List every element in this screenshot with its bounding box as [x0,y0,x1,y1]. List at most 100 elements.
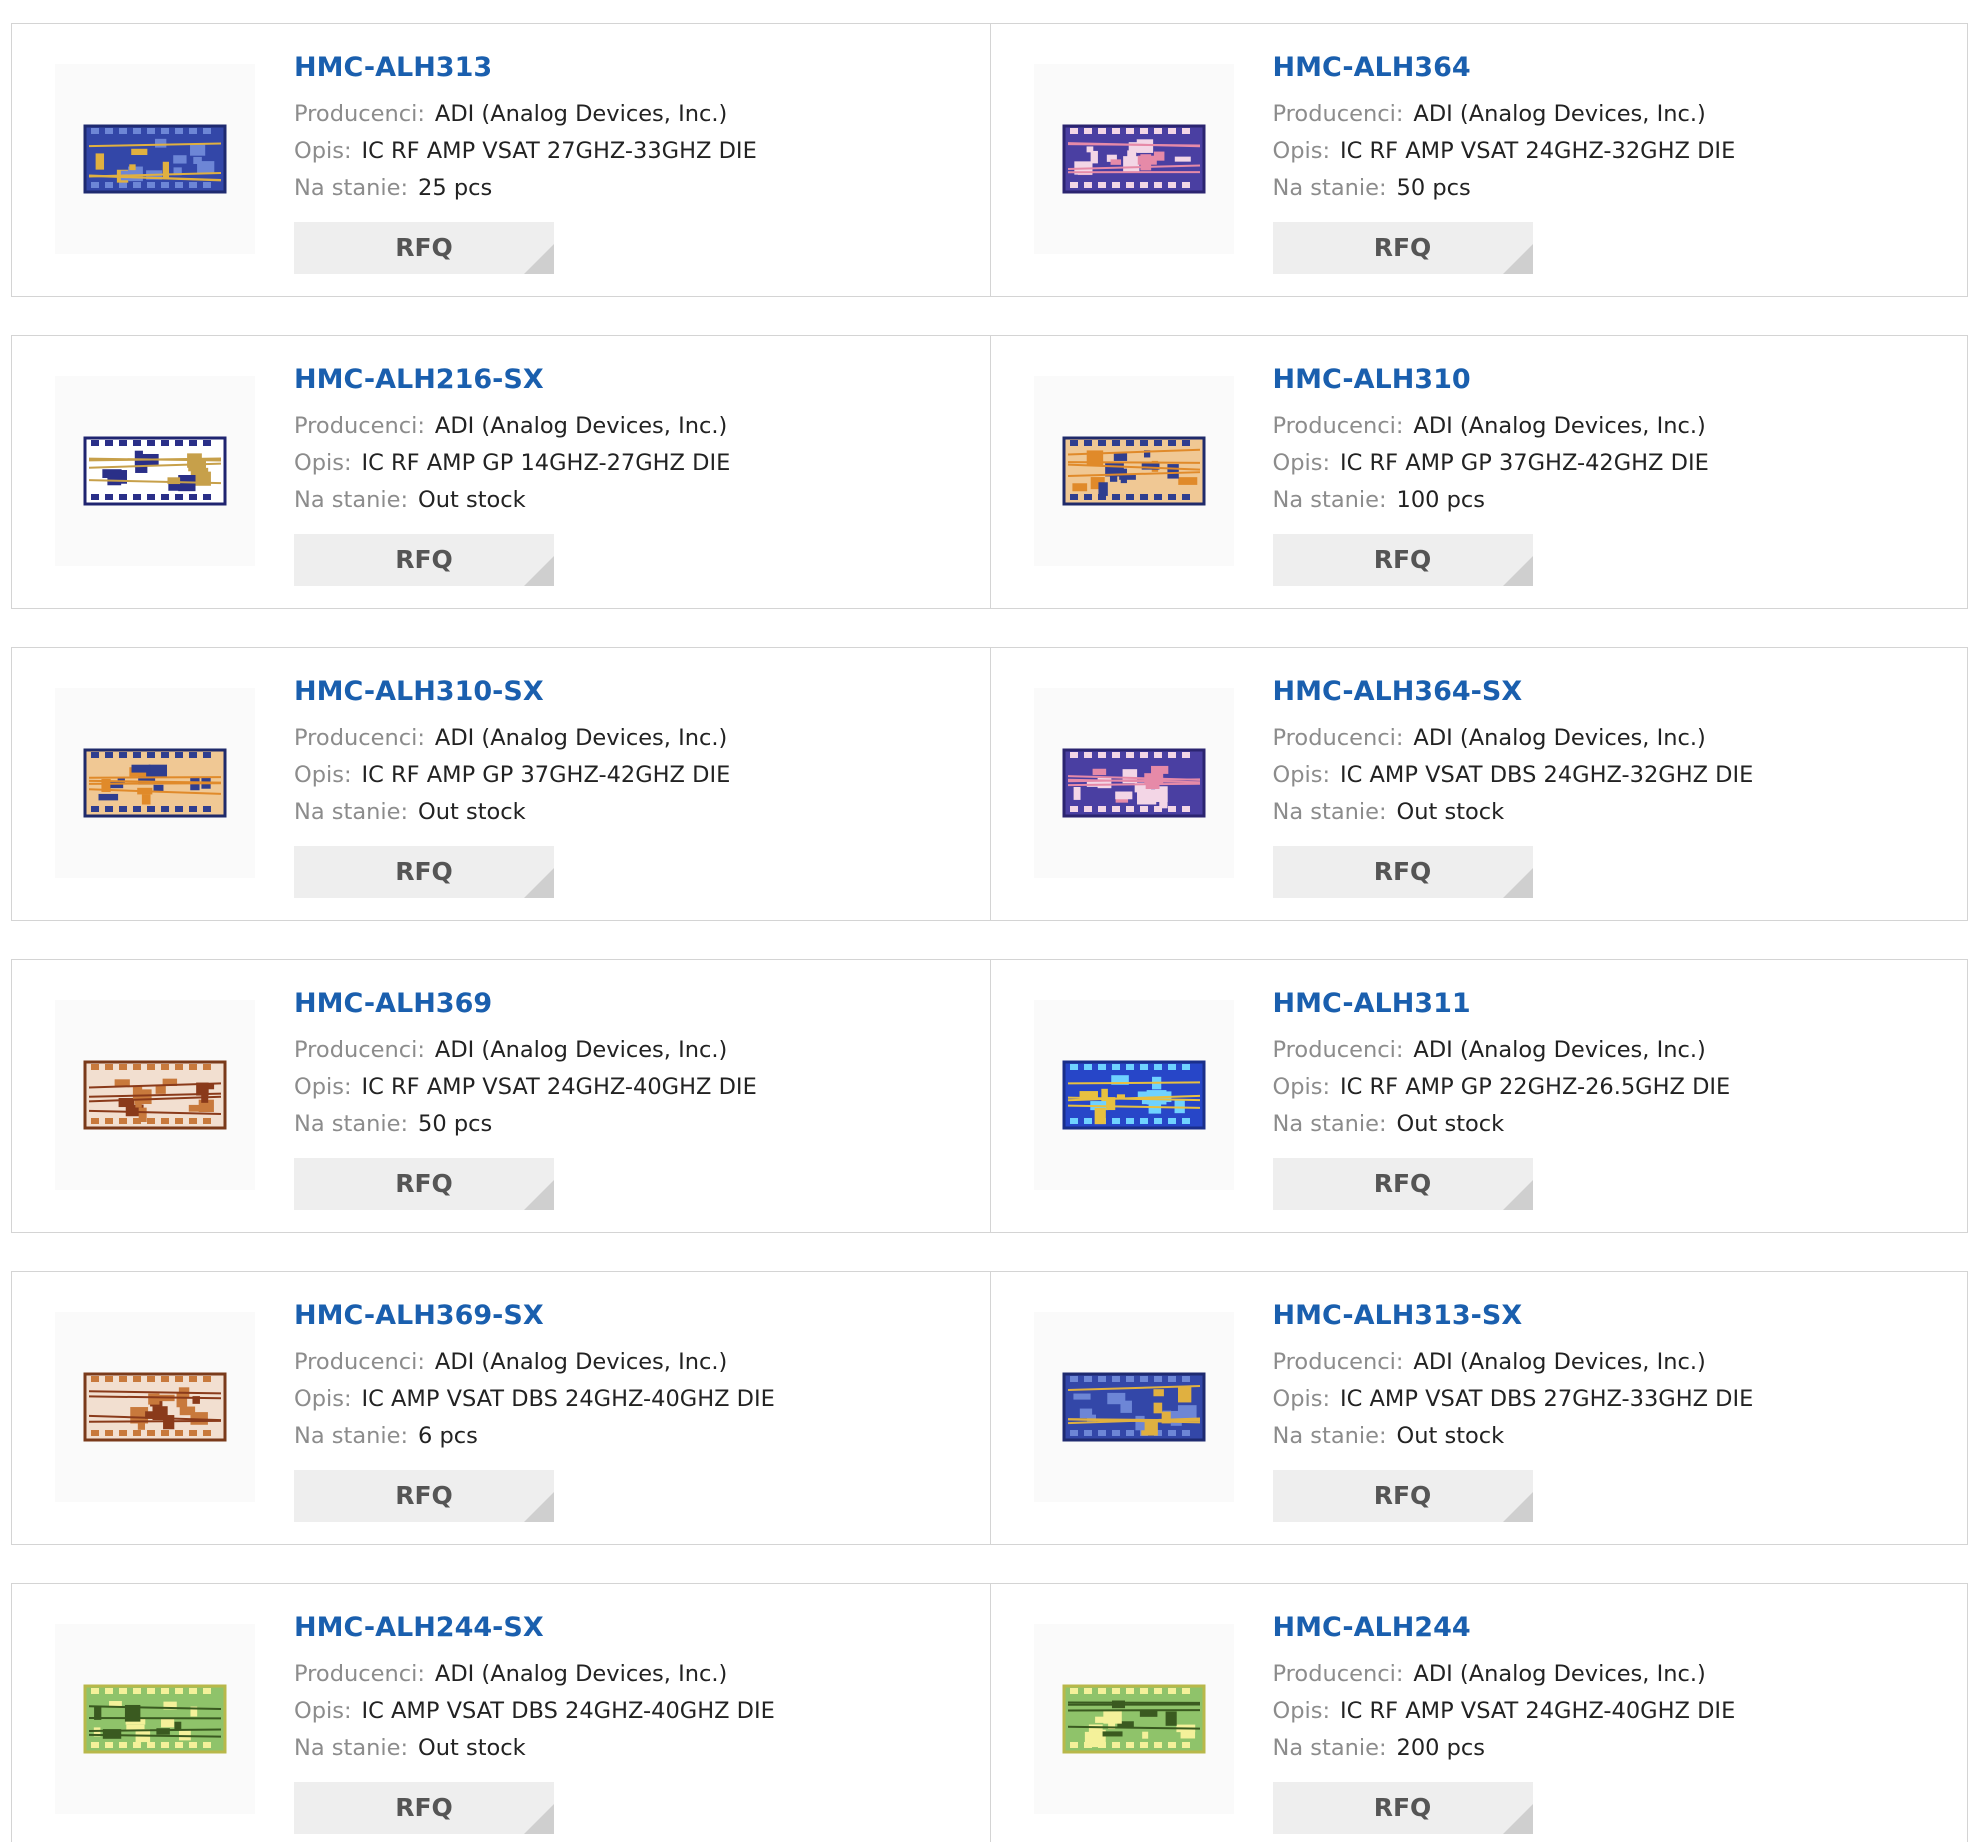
part-number-link[interactable]: HMC-ALH369-SX [294,1300,775,1332]
product-info: HMC-ALH244-SX Producenci:ADI (Analog Dev… [294,1612,775,1834]
stock-value: Out stock [418,1735,526,1761]
product-image[interactable] [1034,376,1234,566]
description-line: Opis:IC RF AMP GP 37GHZ-42GHZ DIE [294,757,730,794]
rfq-button[interactable]: RFQ [294,1782,554,1834]
rfq-button[interactable]: RFQ [294,846,554,898]
manufacturer-line: Producenci:ADI (Analog Devices, Inc.) [1273,408,1709,445]
description-label: Opis: [294,1386,352,1412]
product-image[interactable] [55,1312,255,1502]
part-number-link[interactable]: HMC-ALH310-SX [294,676,730,708]
product-card: HMC-ALH310-SX Producenci:ADI (Analog Dev… [12,648,990,920]
part-number-link[interactable]: HMC-ALH364-SX [1273,676,1754,708]
rfq-label: RFQ [1374,1481,1432,1510]
manufacturer-value: ADI (Analog Devices, Inc.) [1413,1661,1705,1687]
manufacturer-value: ADI (Analog Devices, Inc.) [1413,725,1705,751]
manufacturer-value: ADI (Analog Devices, Inc.) [1413,1349,1705,1375]
stock-value: Out stock [1397,1423,1505,1449]
part-number-link[interactable]: HMC-ALH313-SX [1273,1300,1754,1332]
stock-value: Out stock [1397,1111,1505,1137]
manufacturer-line: Producenci: ADI (Analog Devices, Inc.) [294,408,730,445]
product-image[interactable] [1034,1312,1234,1502]
corner-fold-icon [1503,556,1533,586]
manufacturer-line: Producenci:ADI (Analog Devices, Inc.) [1273,96,1736,133]
manufacturer-value: ADI (Analog Devices, Inc.) [435,1349,727,1375]
manufacturer-label: Producenci: [1273,1349,1404,1375]
description-label: Opis: [294,1698,352,1724]
part-number-link[interactable]: HMC-ALH313 [294,52,757,84]
stock-line: Na stanie:Out stock [1273,1418,1754,1455]
stock-label: Na stanie: [294,799,408,825]
rfq-button[interactable]: RFQ [1273,222,1533,274]
manufacturer-label: Producenci: [1273,1661,1404,1687]
product-image[interactable] [1034,1000,1234,1190]
rfq-label: RFQ [1374,545,1432,574]
description-line: Opis:IC RF AMP GP 22GHZ-26.5GHZ DIE [1273,1069,1731,1106]
rfq-button[interactable]: RFQ [1273,1470,1533,1522]
product-image[interactable] [55,1000,255,1190]
rfq-button[interactable]: RFQ [294,1470,554,1522]
product-row: HMC-ALH216-SX Producenci: ADI (Analog Dev… [11,335,1968,609]
description-line: Opis:IC RF AMP VSAT 24GHZ-40GHZ DIE [1273,1693,1736,1730]
corner-fold-icon [524,1492,554,1522]
rfq-button[interactable]: RFQ [294,1158,554,1210]
part-number-link[interactable]: HMC-ALH364 [1273,52,1736,84]
manufacturer-line: Producenci: ADI (Analog Devices, Inc.) [1273,1344,1754,1381]
rfq-button[interactable]: RFQ [294,222,554,274]
manufacturer-label: Producenci: [294,413,425,439]
corner-fold-icon [524,868,554,898]
product-card: HMC-ALH216-SX Producenci: ADI (Analog Dev… [12,336,990,608]
rfq-button[interactable]: RFQ [1273,1158,1533,1210]
part-number-link[interactable]: HMC-ALH310 [1273,364,1709,396]
description-label: Opis: [1273,762,1331,788]
product-row: HMC-ALH313 Producenci:ADI (Analog Device… [11,23,1968,297]
product-image[interactable] [55,688,255,878]
part-number-link[interactable]: HMC-ALH216-SX [294,364,730,396]
product-image[interactable] [1034,688,1234,878]
description-label: Opis: [294,138,352,164]
stock-line: Na stanie:Out stock [294,794,730,831]
product-image[interactable] [1034,64,1234,254]
blue-chip-icon [1060,1370,1208,1444]
product-image[interactable] [55,64,255,254]
description-label: Opis: [1273,450,1331,476]
product-info: HMC-ALH364 Producenci:ADI (Analog Device… [1273,52,1736,274]
rfq-button[interactable]: RFQ [294,534,554,586]
product-image[interactable] [55,376,255,566]
stock-line: Na stanie: Out stock [294,482,730,519]
stock-label: Na stanie: [294,487,408,513]
rfq-label: RFQ [395,545,453,574]
product-image[interactable] [1034,1624,1234,1814]
stock-label: Na stanie: [1273,1735,1387,1761]
description-value: IC RF AMP GP 37GHZ-42GHZ DIE [362,762,731,788]
navy-chip-icon [81,434,229,508]
product-info: HMC-ALH369-SX Producenci:ADI (Analog Dev… [294,1300,775,1522]
part-number-link[interactable]: HMC-ALH369 [294,988,757,1020]
corner-fold-icon [1503,868,1533,898]
copper-chip-icon [81,1370,229,1444]
product-image[interactable] [55,1624,255,1814]
orange-chip-icon [81,746,229,820]
part-number-link[interactable]: HMC-ALH311 [1273,988,1731,1020]
product-info: HMC-ALH311 Producenci:ADI (Analog Device… [1273,988,1731,1210]
rfq-button[interactable]: RFQ [1273,846,1533,898]
corner-fold-icon [524,244,554,274]
rfq-button[interactable]: RFQ [1273,534,1533,586]
part-number-link[interactable]: HMC-ALH244 [1273,1612,1736,1644]
manufacturer-label: Producenci: [294,101,425,127]
part-number-link[interactable]: HMC-ALH244-SX [294,1612,775,1644]
description-line: Opis:IC RF AMP GP 14GHZ-27GHZ DIE [294,445,730,482]
manufacturer-line: Producenci: ADI (Analog Devices, Inc.) [1273,1656,1736,1693]
description-line: Opis:IC AMP VSAT DBS 27GHZ-33GHZ DIE [1273,1381,1754,1418]
rfq-label: RFQ [395,1169,453,1198]
rfq-button[interactable]: RFQ [1273,1782,1533,1834]
description-value: IC RF AMP VSAT 27GHZ-33GHZ DIE [362,138,757,164]
product-info: HMC-ALH310-SX Producenci:ADI (Analog Dev… [294,676,730,898]
product-row: HMC-ALH310-SX Producenci:ADI (Analog Dev… [11,647,1968,921]
stock-value: Out stock [418,487,526,513]
corner-fold-icon [524,1804,554,1834]
rfq-label: RFQ [1374,233,1432,262]
product-info: HMC-ALH313-SX Producenci: ADI (Analog Dev… [1273,1300,1754,1522]
manufacturer-value: ADI (Analog Devices, Inc.) [435,413,727,439]
rfq-label: RFQ [1374,857,1432,886]
description-label: Opis: [294,450,352,476]
